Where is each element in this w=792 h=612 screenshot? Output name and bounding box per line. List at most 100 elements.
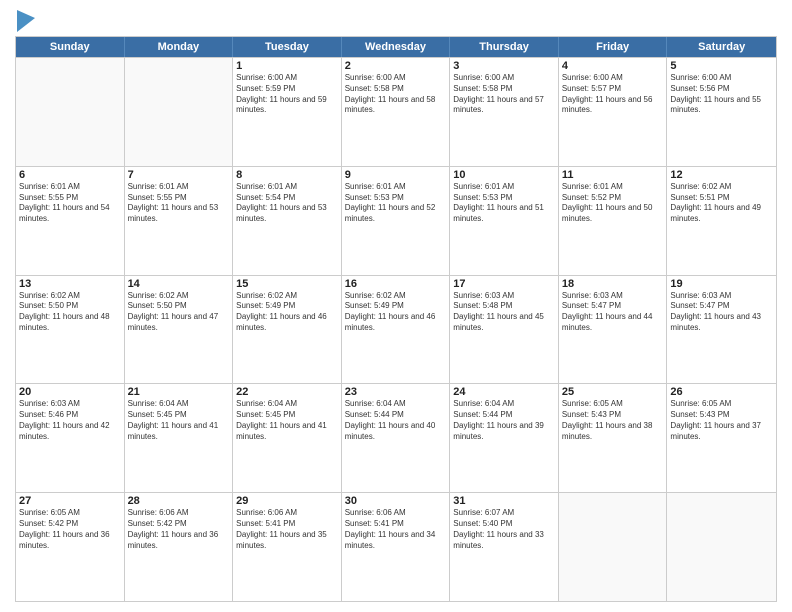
day-number: 19 [670,278,773,290]
calendar-cell [559,493,668,601]
page: SundayMondayTuesdayWednesdayThursdayFrid… [0,0,792,612]
day-number: 3 [453,60,555,72]
day-info: Sunrise: 6:06 AMSunset: 5:42 PMDaylight:… [128,508,230,551]
day-number: 20 [19,386,121,398]
day-info: Sunrise: 6:03 AMSunset: 5:46 PMDaylight:… [19,399,121,442]
calendar-week-3: 13Sunrise: 6:02 AMSunset: 5:50 PMDayligh… [16,275,776,384]
calendar-week-5: 27Sunrise: 6:05 AMSunset: 5:42 PMDayligh… [16,492,776,601]
calendar-cell [125,58,234,166]
calendar-cell: 18Sunrise: 6:03 AMSunset: 5:47 PMDayligh… [559,276,668,384]
day-info: Sunrise: 6:01 AMSunset: 5:53 PMDaylight:… [345,182,447,225]
day-number: 17 [453,278,555,290]
day-info: Sunrise: 6:05 AMSunset: 5:43 PMDaylight:… [562,399,664,442]
day-number: 1 [236,60,338,72]
logo [15,14,35,32]
calendar-week-1: 1Sunrise: 6:00 AMSunset: 5:59 PMDaylight… [16,57,776,166]
calendar-cell: 6Sunrise: 6:01 AMSunset: 5:55 PMDaylight… [16,167,125,275]
calendar-cell: 3Sunrise: 6:00 AMSunset: 5:58 PMDaylight… [450,58,559,166]
day-number: 10 [453,169,555,181]
day-info: Sunrise: 6:06 AMSunset: 5:41 PMDaylight:… [236,508,338,551]
day-number: 14 [128,278,230,290]
calendar-cell: 31Sunrise: 6:07 AMSunset: 5:40 PMDayligh… [450,493,559,601]
calendar-cell: 15Sunrise: 6:02 AMSunset: 5:49 PMDayligh… [233,276,342,384]
day-info: Sunrise: 6:04 AMSunset: 5:45 PMDaylight:… [128,399,230,442]
calendar-cell: 5Sunrise: 6:00 AMSunset: 5:56 PMDaylight… [667,58,776,166]
day-number: 12 [670,169,773,181]
header-day-thursday: Thursday [450,37,559,57]
day-number: 8 [236,169,338,181]
day-info: Sunrise: 6:02 AMSunset: 5:50 PMDaylight:… [128,291,230,334]
calendar-cell: 27Sunrise: 6:05 AMSunset: 5:42 PMDayligh… [16,493,125,601]
day-info: Sunrise: 6:00 AMSunset: 5:57 PMDaylight:… [562,73,664,116]
calendar-cell: 16Sunrise: 6:02 AMSunset: 5:49 PMDayligh… [342,276,451,384]
day-info: Sunrise: 6:00 AMSunset: 5:56 PMDaylight:… [670,73,773,116]
day-info: Sunrise: 6:05 AMSunset: 5:43 PMDaylight:… [670,399,773,442]
calendar-week-2: 6Sunrise: 6:01 AMSunset: 5:55 PMDaylight… [16,166,776,275]
calendar-cell [667,493,776,601]
day-info: Sunrise: 6:01 AMSunset: 5:54 PMDaylight:… [236,182,338,225]
day-info: Sunrise: 6:01 AMSunset: 5:53 PMDaylight:… [453,182,555,225]
day-number: 24 [453,386,555,398]
calendar-cell: 11Sunrise: 6:01 AMSunset: 5:52 PMDayligh… [559,167,668,275]
calendar-cell: 17Sunrise: 6:03 AMSunset: 5:48 PMDayligh… [450,276,559,384]
calendar-week-4: 20Sunrise: 6:03 AMSunset: 5:46 PMDayligh… [16,383,776,492]
day-number: 30 [345,495,447,507]
header-day-saturday: Saturday [667,37,776,57]
calendar-cell: 9Sunrise: 6:01 AMSunset: 5:53 PMDaylight… [342,167,451,275]
day-number: 16 [345,278,447,290]
header-day-tuesday: Tuesday [233,37,342,57]
calendar-cell: 10Sunrise: 6:01 AMSunset: 5:53 PMDayligh… [450,167,559,275]
calendar-cell: 23Sunrise: 6:04 AMSunset: 5:44 PMDayligh… [342,384,451,492]
calendar-cell: 12Sunrise: 6:02 AMSunset: 5:51 PMDayligh… [667,167,776,275]
calendar-cell: 22Sunrise: 6:04 AMSunset: 5:45 PMDayligh… [233,384,342,492]
day-number: 15 [236,278,338,290]
day-number: 18 [562,278,664,290]
calendar-cell: 28Sunrise: 6:06 AMSunset: 5:42 PMDayligh… [125,493,234,601]
day-info: Sunrise: 6:00 AMSunset: 5:58 PMDaylight:… [453,73,555,116]
logo-icon [17,10,35,32]
calendar-cell: 24Sunrise: 6:04 AMSunset: 5:44 PMDayligh… [450,384,559,492]
day-number: 6 [19,169,121,181]
day-number: 26 [670,386,773,398]
day-number: 21 [128,386,230,398]
calendar-cell: 13Sunrise: 6:02 AMSunset: 5:50 PMDayligh… [16,276,125,384]
day-info: Sunrise: 6:07 AMSunset: 5:40 PMDaylight:… [453,508,555,551]
day-info: Sunrise: 6:03 AMSunset: 5:48 PMDaylight:… [453,291,555,334]
day-info: Sunrise: 6:02 AMSunset: 5:50 PMDaylight:… [19,291,121,334]
day-info: Sunrise: 6:01 AMSunset: 5:52 PMDaylight:… [562,182,664,225]
day-number: 5 [670,60,773,72]
day-number: 11 [562,169,664,181]
day-info: Sunrise: 6:02 AMSunset: 5:49 PMDaylight:… [345,291,447,334]
day-info: Sunrise: 6:05 AMSunset: 5:42 PMDaylight:… [19,508,121,551]
header [15,10,777,32]
day-info: Sunrise: 6:03 AMSunset: 5:47 PMDaylight:… [562,291,664,334]
calendar-cell: 30Sunrise: 6:06 AMSunset: 5:41 PMDayligh… [342,493,451,601]
calendar-cell: 29Sunrise: 6:06 AMSunset: 5:41 PMDayligh… [233,493,342,601]
calendar-cell: 2Sunrise: 6:00 AMSunset: 5:58 PMDaylight… [342,58,451,166]
day-info: Sunrise: 6:01 AMSunset: 5:55 PMDaylight:… [128,182,230,225]
day-info: Sunrise: 6:02 AMSunset: 5:51 PMDaylight:… [670,182,773,225]
header-day-monday: Monday [125,37,234,57]
calendar-cell: 8Sunrise: 6:01 AMSunset: 5:54 PMDaylight… [233,167,342,275]
header-day-sunday: Sunday [16,37,125,57]
calendar: SundayMondayTuesdayWednesdayThursdayFrid… [15,36,777,602]
header-day-friday: Friday [559,37,668,57]
day-number: 31 [453,495,555,507]
day-info: Sunrise: 6:00 AMSunset: 5:58 PMDaylight:… [345,73,447,116]
day-number: 9 [345,169,447,181]
day-number: 29 [236,495,338,507]
calendar-cell: 7Sunrise: 6:01 AMSunset: 5:55 PMDaylight… [125,167,234,275]
day-number: 2 [345,60,447,72]
calendar-cell: 26Sunrise: 6:05 AMSunset: 5:43 PMDayligh… [667,384,776,492]
day-info: Sunrise: 6:01 AMSunset: 5:55 PMDaylight:… [19,182,121,225]
calendar-header-row: SundayMondayTuesdayWednesdayThursdayFrid… [16,37,776,57]
calendar-cell: 14Sunrise: 6:02 AMSunset: 5:50 PMDayligh… [125,276,234,384]
day-number: 28 [128,495,230,507]
calendar-cell: 4Sunrise: 6:00 AMSunset: 5:57 PMDaylight… [559,58,668,166]
day-number: 27 [19,495,121,507]
calendar-cell: 1Sunrise: 6:00 AMSunset: 5:59 PMDaylight… [233,58,342,166]
day-info: Sunrise: 6:06 AMSunset: 5:41 PMDaylight:… [345,508,447,551]
day-info: Sunrise: 6:04 AMSunset: 5:45 PMDaylight:… [236,399,338,442]
calendar-cell: 20Sunrise: 6:03 AMSunset: 5:46 PMDayligh… [16,384,125,492]
day-number: 25 [562,386,664,398]
